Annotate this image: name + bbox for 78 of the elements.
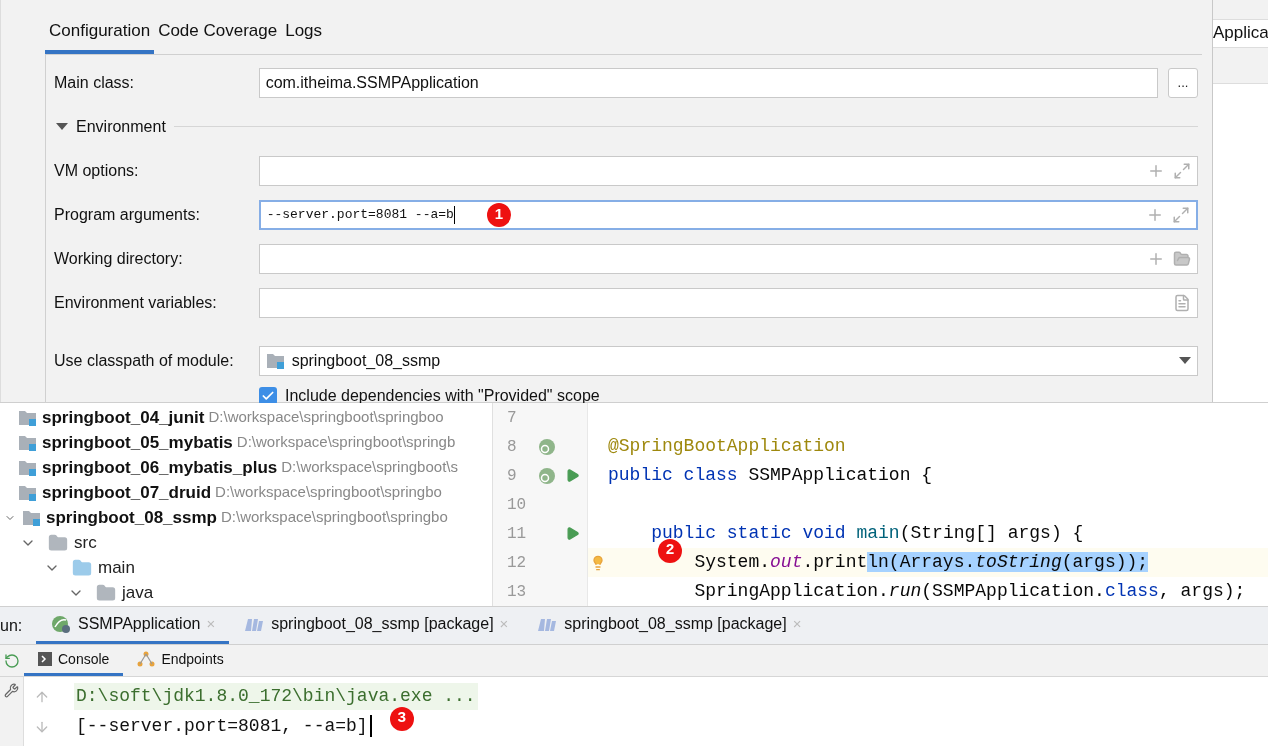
input-field[interactable]: [258, 243, 1198, 274]
tree-item[interactable]: java: [122, 579, 154, 606]
field-label: Use classpath of module:: [54, 350, 235, 371]
line-number: 11: [507, 523, 528, 545]
source-folder-icon: [72, 557, 92, 578]
terminal-icon: [38, 652, 52, 666]
tree-item[interactable]: src: [74, 529, 97, 556]
folder-icon: [96, 582, 116, 603]
input-field[interactable]: [258, 155, 1198, 186]
lightbulb-icon[interactable]: [590, 554, 606, 571]
tab[interactable]: Configuration: [45, 18, 155, 54]
module-path: D:\workspace\springboot\s: [281, 457, 458, 478]
field-label: Working directory:: [54, 248, 184, 269]
section-toggle[interactable]: Environment: [54, 114, 166, 139]
module-folder-icon: [18, 408, 38, 427]
line-number: 9: [507, 465, 518, 487]
step-marker: 3: [389, 707, 414, 731]
step-marker: 1: [486, 202, 511, 227]
wrench-icon[interactable]: [4, 683, 19, 698]
line-number: 13: [507, 581, 528, 603]
console-line: [--server.port=8081, --a=b]: [75, 714, 369, 738]
console-tab[interactable]: Endpoints: [123, 645, 238, 676]
maven-icon: [243, 616, 266, 632]
module-folder-icon: [22, 508, 42, 527]
document-icon[interactable]: [1173, 293, 1191, 312]
bean-icon: [537, 436, 557, 457]
network-icon: [137, 651, 156, 667]
leaf-icon: [50, 614, 72, 634]
module-path: D:\workspace\springboot\springbo: [215, 482, 442, 503]
checkbox[interactable]: [259, 386, 277, 405]
run-icon[interactable]: [565, 526, 580, 541]
tab[interactable]: Logs: [281, 18, 327, 54]
line-number: 10: [507, 494, 528, 516]
line-number: 7: [507, 407, 518, 429]
bean-icon: [537, 465, 557, 486]
code-line: public class SSMPApplication {: [608, 464, 933, 487]
expand-icon[interactable]: [1172, 205, 1190, 224]
line-number: 12: [507, 552, 528, 574]
module-folder-icon: [18, 433, 38, 452]
module-name[interactable]: springboot_04_junit: [42, 404, 205, 431]
module-folder-icon: [18, 458, 38, 477]
step-marker: 2: [658, 539, 682, 563]
line-number: 8: [507, 436, 518, 458]
module-path: D:\workspace\springboot\springbo: [221, 507, 448, 528]
run-tab[interactable]: springboot_08_ssmp [package] ×: [229, 607, 523, 644]
module-dropdown[interactable]: springboot_08_ssmp: [258, 345, 1198, 376]
tab[interactable]: Code Coverage: [154, 18, 282, 54]
dropdown-arrow-icon: [1179, 356, 1191, 365]
field-label: Program arguments:: [54, 204, 201, 225]
input-field[interactable]: [258, 287, 1198, 318]
expand-icon[interactable]: [1173, 161, 1191, 180]
field-label: Main class:: [54, 72, 136, 93]
module-name[interactable]: springboot_07_druid: [42, 479, 212, 506]
browse-button[interactable]: ...: [1168, 67, 1198, 98]
tree-item[interactable]: main: [98, 554, 135, 581]
module-name[interactable]: springboot_05_mybatis: [42, 429, 233, 456]
run-tab[interactable]: springboot_08_ssmp [package] ×: [522, 607, 816, 644]
module-path: D:\workspace\springboot\springboo: [208, 407, 444, 428]
module-folder-icon: [18, 483, 38, 502]
code-line: SpringApplication.run(SSMPApplication.class, args);: [693, 580, 1246, 603]
maven-icon: [536, 616, 559, 632]
run-icon[interactable]: [565, 468, 580, 483]
module-path: D:\workspace\springboot\springb: [236, 432, 456, 453]
collapse-triangle-icon: [56, 122, 68, 131]
module-name[interactable]: springboot_06_mybatis_plus: [42, 454, 278, 481]
run-label: un:: [0, 615, 24, 636]
field-label: VM options:: [54, 160, 140, 181]
folder-icon: [48, 532, 68, 553]
checkbox-label: Include dependencies with "Provided" scope: [285, 385, 600, 406]
module-name[interactable]: springboot_08_ssmp: [46, 504, 217, 531]
field-label: Environment variables:: [54, 292, 218, 313]
code-line: @SpringBootApplication: [608, 435, 846, 458]
input-field[interactable]: --server.port=8081 --a=b 1: [258, 199, 1198, 230]
folder-icon[interactable]: [1173, 249, 1191, 268]
module-folder-icon: [265, 351, 286, 370]
main-class-field[interactable]: com.itheima.SSMPApplication: [258, 67, 1159, 98]
argument-text: --server.port=8081 --a=b: [266, 205, 454, 224]
rerun-icon[interactable]: [4, 652, 20, 669]
